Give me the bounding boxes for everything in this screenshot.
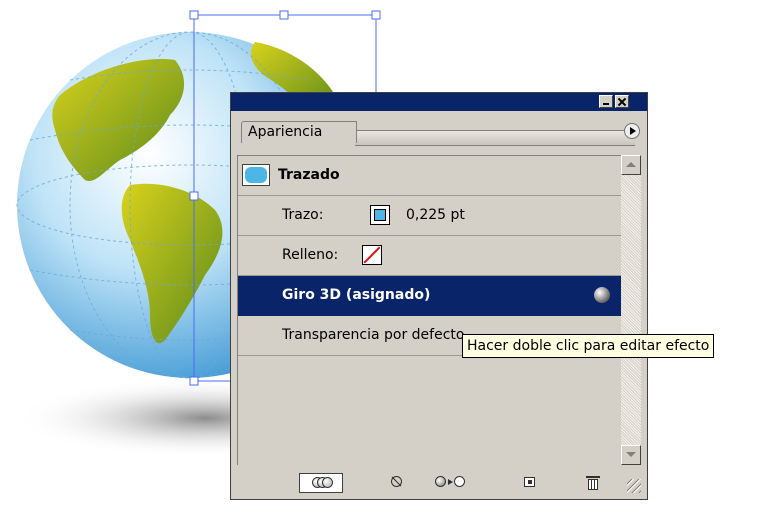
panel-tabstrip: Apariencia xyxy=(231,111,647,151)
3d-effect-icon[interactable] xyxy=(594,287,610,303)
stroke-weight: 0,225 pt xyxy=(406,207,465,223)
effect-label: Giro 3D (asignado) xyxy=(282,287,431,303)
panel-titlebar[interactable] xyxy=(231,93,647,111)
object-row[interactable]: Trazado xyxy=(238,156,621,196)
stroke-swatch-icon[interactable] xyxy=(370,205,390,225)
reduce-to-basic-appearance-icon[interactable] xyxy=(433,473,469,493)
panel-footer xyxy=(231,469,647,499)
resize-grip-icon[interactable] xyxy=(627,479,641,493)
panel-menu-icon[interactable] xyxy=(624,123,640,139)
close-icon[interactable] xyxy=(615,95,629,108)
fill-label: Relleno: xyxy=(282,247,339,263)
fill-none-swatch-icon[interactable] xyxy=(362,245,382,265)
clear-appearance-icon[interactable] xyxy=(389,473,405,493)
stroke-label: Trazo: xyxy=(282,207,324,223)
minimize-icon[interactable] xyxy=(599,95,613,108)
path-thumbnail-icon xyxy=(242,164,270,186)
tab-strip-bar xyxy=(355,130,635,146)
duplicate-item-icon[interactable] xyxy=(523,473,537,493)
object-label: Trazado xyxy=(278,167,340,183)
tooltip: Hacer doble clic para editar efecto xyxy=(462,334,715,358)
scroll-up-icon[interactable] xyxy=(621,155,641,175)
fill-row[interactable]: Relleno: xyxy=(238,236,621,276)
delete-item-icon[interactable] xyxy=(585,473,601,493)
tab-apariencia[interactable]: Apariencia xyxy=(241,121,357,143)
stroke-row[interactable]: Trazo: 0,225 pt xyxy=(238,196,621,236)
scroll-down-icon[interactable] xyxy=(621,445,641,465)
transparency-label: Transparencia por defecto xyxy=(282,327,465,343)
appearance-panel: Apariencia Trazado Trazo: 0,225 pt Relle… xyxy=(230,92,648,500)
effect-row-3d-rotate[interactable]: Giro 3D (asignado) xyxy=(238,276,621,316)
appearance-list: Trazado Trazo: 0,225 pt Relleno: Giro 3D… xyxy=(237,155,621,465)
list-scrollbar[interactable] xyxy=(621,155,641,465)
new-art-basic-appearance-icon[interactable] xyxy=(299,473,343,493)
